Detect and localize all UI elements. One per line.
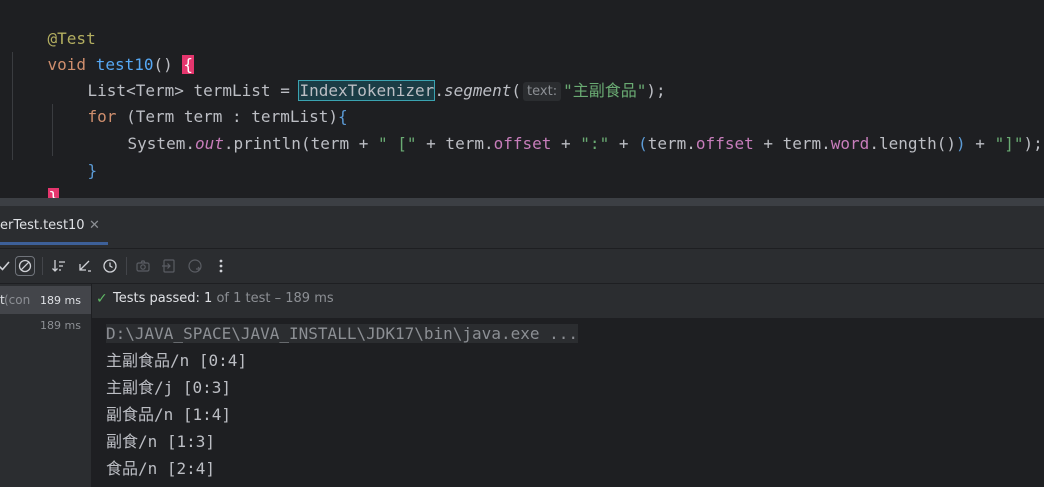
paren: ) [956, 134, 966, 153]
export-icon[interactable] [185, 256, 205, 276]
statement-end: ); [646, 81, 666, 100]
string-literal: "]" [994, 134, 1024, 153]
console-line: 副食/n [1:3] [106, 432, 216, 451]
for-close-brace: } [87, 161, 98, 180]
expr-part: + term. [753, 134, 831, 153]
tree-row-time[interactable]: 189 ms [40, 319, 81, 332]
field-offset: offset [695, 134, 754, 153]
code-line-5[interactable]: System.out.println(term + " [" + term.of… [89, 105, 1043, 153]
active-tab-indicator [0, 242, 108, 245]
code-line-2[interactable]: void test10() { [9, 26, 195, 74]
code-line-7[interactable]: } [9, 159, 60, 198]
console-line: 副食品/n [1:4] [106, 405, 232, 424]
field-word: word [830, 134, 870, 153]
expr-part: + [551, 134, 581, 153]
expr-part: + term. [416, 134, 494, 153]
expr-part: + [965, 134, 995, 153]
clock-icon[interactable] [100, 256, 120, 276]
length-call: .length() [869, 134, 957, 153]
console-line: 主副食品/n [0:4] [106, 351, 248, 370]
more-icon[interactable] [211, 256, 231, 276]
test-tree: t (con 189 ms 189 ms [0, 284, 92, 487]
status-prefix: Tests passed: [113, 291, 205, 306]
expr-part: term. [647, 134, 696, 153]
toolbar-separator [42, 257, 43, 275]
console-command-line[interactable]: D:\JAVA_SPACE\JAVA_INSTALL\JDK17\bin\jav… [106, 320, 579, 347]
statement-end: ); [1023, 134, 1043, 153]
toolbar-separator [126, 257, 127, 275]
tests-passed-text: Tests passed: 1 of 1 test – 189 ms [113, 291, 334, 306]
code-line-4[interactable]: for (Term term : termList){ [49, 78, 348, 126]
panel-splitter[interactable] [0, 198, 1044, 206]
println-call: .println(term + [223, 134, 378, 153]
check-icon: ✓ [96, 291, 108, 307]
paren: ( [638, 134, 648, 153]
console-output[interactable]: D:\JAVA_SPACE\JAVA_INSTALL\JDK17\bin\jav… [92, 318, 1044, 487]
test-status-bar: ✓ Tests passed: 1 of 1 test – 189 ms [92, 284, 1044, 318]
static-method-segment: segment [443, 81, 512, 100]
collapse-icon[interactable] [74, 256, 94, 276]
run-tool-tabs: erTest.test10 ✕ [0, 206, 1044, 249]
run-toolbar [0, 249, 1044, 284]
string-literal: " [" [378, 134, 417, 153]
dot: . [434, 81, 444, 100]
open-paren: ( [511, 81, 522, 100]
string-literal: "主副食品" [563, 81, 647, 100]
close-icon[interactable]: ✕ [89, 218, 100, 233]
system-class: System. [127, 134, 195, 153]
status-suffix: of 1 test – 189 ms [212, 291, 334, 306]
camera-icon[interactable] [133, 256, 153, 276]
import-icon[interactable] [159, 256, 179, 276]
console-command[interactable]: D:\JAVA_SPACE\JAVA_INSTALL\JDK17\bin\jav… [106, 324, 579, 343]
tree-row-time: 189 ms [40, 294, 81, 307]
close-brace-highlight: } [47, 188, 60, 198]
console-line: 主副食/j [0:3] [106, 378, 232, 397]
expr-part: + [609, 134, 639, 153]
code-editor[interactable]: @Test void test10() { List<Term> termLis… [0, 0, 1044, 198]
check-icon[interactable] [0, 256, 14, 276]
console-line: 食品/n [2:4] [106, 459, 216, 478]
field-offset: offset [493, 134, 552, 153]
code-line-1[interactable]: @Test [9, 0, 96, 48]
parameter-hint: text: [523, 82, 562, 101]
sort-icon[interactable] [49, 256, 69, 276]
run-tab-label[interactable]: erTest.test10 [0, 218, 85, 233]
tree-row-selected[interactable]: t (con 189 ms [0, 286, 91, 314]
code-line-3[interactable]: List<Term> termList = IndexTokenizer.seg… [49, 52, 666, 101]
stop-icon[interactable] [15, 256, 35, 276]
static-field-out: out [194, 134, 224, 153]
code-line-6[interactable]: } [49, 132, 98, 180]
tree-row-muted-label: (con [4, 293, 31, 307]
string-literal: ":" [580, 134, 610, 153]
